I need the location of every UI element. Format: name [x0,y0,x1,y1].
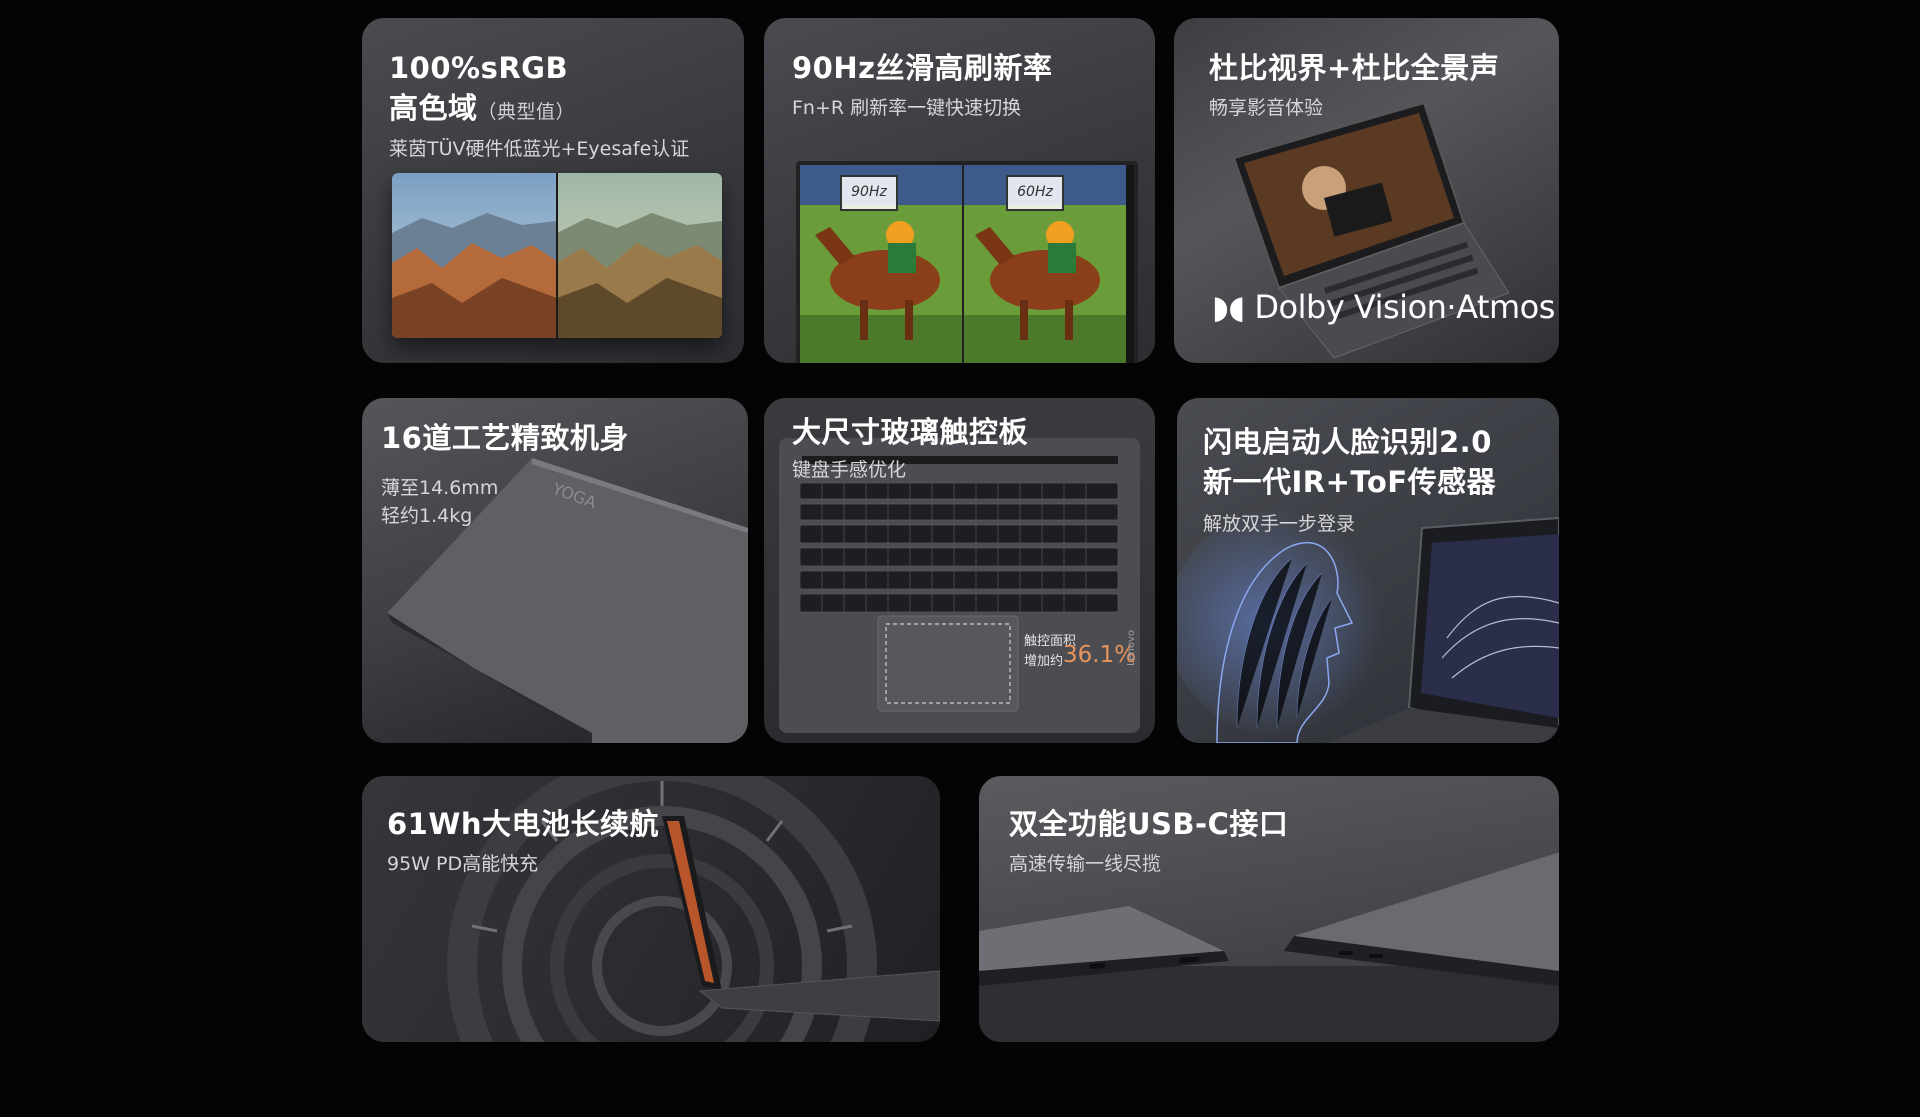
badge-60hz: 60Hz [1006,175,1064,211]
canyon-comparison-image [392,173,722,338]
feature-card-usb-c: 双全功能USB-C接口 高速传输一线尽揽 [979,776,1559,1042]
card-title: 61Wh大电池长续航 [387,807,659,841]
card-title: 16道工艺精致机身 [381,421,629,455]
horse-racing-comparison-image: 90Hz 60Hz [796,161,1138,363]
card-title-line2: 高色域（典型值） [389,91,576,125]
card-title: 双全功能USB-C接口 [1009,807,1289,841]
card-title: 90Hz丝滑高刷新率 [792,51,1053,85]
dolby-double-d-icon: ◗◖ [1212,288,1245,326]
badge-90hz: 90Hz [840,175,898,211]
dolby-logo-text: Dolby Vision·Atmos [1254,288,1555,326]
card-subtitle: Fn+R 刷新率一键快速切换 [792,97,1022,119]
dolby-logo: ◗◖ Dolby Vision·Atmos [1212,288,1555,326]
lenovo-logo: Lenovo [1126,629,1137,666]
card-subtitle: 莱茵TÜV硬件低蓝光+Eyesafe认证 [389,138,690,160]
feature-card-craftsmanship: YOGA 16道工艺精致机身 薄至14.6mm 轻约1.4kg [362,398,748,743]
feature-card-face-recognition: 闪电启动人脸识别2.0 新一代IR+ToF传感器 解放双手一步登录 [1177,398,1559,743]
card-title: 大尺寸玻璃触控板 [792,415,1029,449]
card-subtitle: 高速传输一线尽揽 [1009,853,1162,875]
touch-area-increase-label: 增加约 [1024,654,1064,669]
feature-card-color-gamut: 100%sRGB 高色域（典型值） 莱茵TÜV硬件低蓝光+Eyesafe认证 [362,18,744,363]
card-title-line2: 新一代IR+ToF传感器 [1203,465,1497,499]
card-title-line1: 闪电启动人脸识别2.0 [1203,425,1492,459]
card-subtitle: 解放双手一步登录 [1203,513,1356,535]
card-subtitle: 畅享影音体验 [1209,97,1324,119]
feature-card-dolby: 杜比视界+杜比全景声 畅享影音体验 ◗◖ Dolby Vision·Atmos [1174,18,1559,363]
card-title-note: （典型值） [477,101,576,123]
card-title: 杜比视界+杜比全景声 [1209,51,1500,85]
card-subtitle-line2: 轻约1.4kg [381,505,473,527]
feature-card-touchpad: 大尺寸玻璃触控板 键盘手感优化 触控面积 增加约 36.1% Lenovo [764,398,1155,743]
card-subtitle-line1: 薄至14.6mm [381,477,499,499]
card-subtitle: 95W PD高能快充 [387,853,539,875]
feature-card-battery: 61Wh大电池长续航 95W PD高能快充 [362,776,940,1042]
card-title-line1: 100%sRGB [389,51,569,85]
card-subtitle: 键盘手感优化 [792,459,907,481]
feature-card-refresh-rate: 90Hz丝滑高刷新率 Fn+R 刷新率一键快速切换 90Hz 60Hz [764,18,1155,363]
